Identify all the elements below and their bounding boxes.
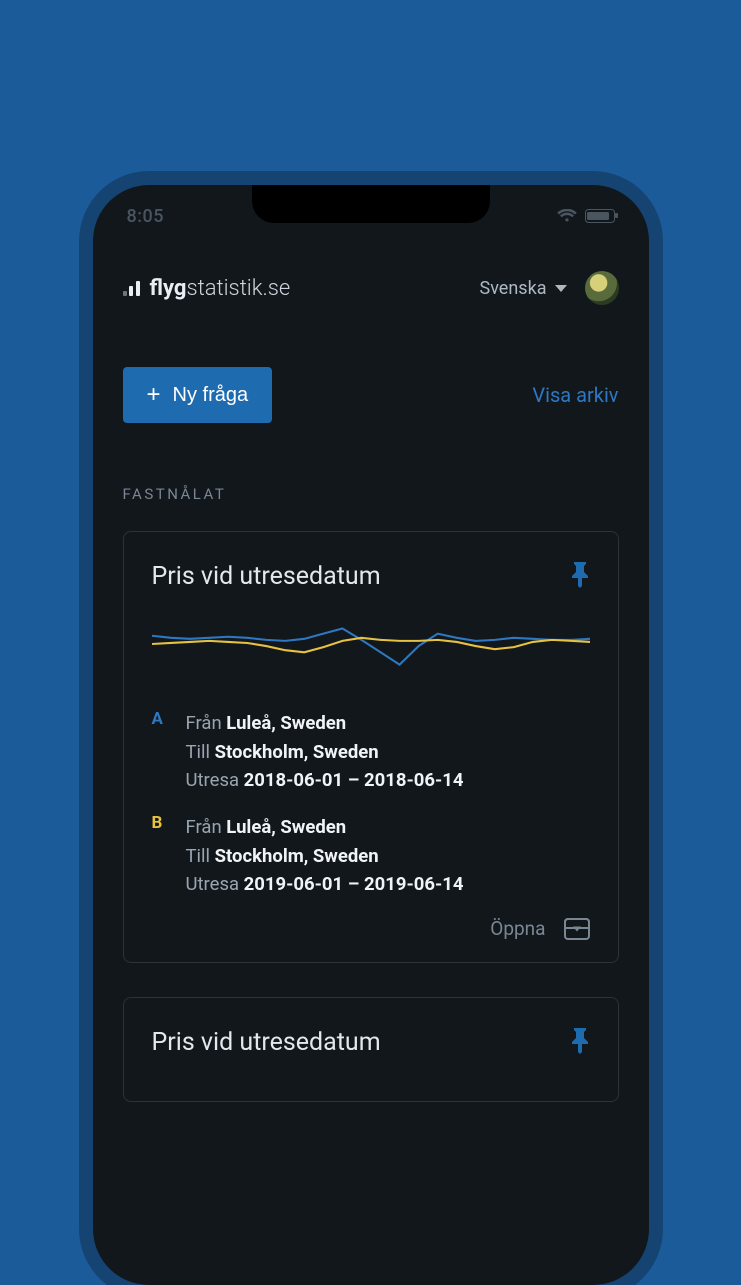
view-archive-link[interactable]: Visa arkiv [532,383,618,407]
series-tag-a: A [152,709,168,795]
series-a-to: Stockholm, Sweden [215,741,379,763]
from-label: Från [186,816,222,838]
new-question-button[interactable]: + Ny fråga [123,367,273,423]
chevron-down-icon [555,285,567,292]
pinned-section-label: FASTNÅLAT [123,485,619,503]
plus-icon: + [147,383,161,407]
wifi-icon [557,209,577,223]
from-label: Från [186,712,222,734]
series-b: B Från Luleå, Sweden Till Stockholm, Swe… [152,813,590,899]
departure-label: Utresa [186,873,240,895]
to-label: Till [186,845,211,867]
app-content: flygstatistik.se Svenska + Ny fråga Visa… [93,233,649,1102]
avatar[interactable] [585,271,619,305]
series-a-from: Luleå, Sweden [226,712,346,734]
series-a: A Från Luleå, Sweden Till Stockholm, Swe… [152,709,590,795]
series-b-dates: 2019-06-01 – 2019-06-14 [244,873,464,895]
departure-label: Utresa [186,769,240,791]
series-b-from: Luleå, Sweden [226,816,346,838]
card-title: Pris vid utresedatum [152,562,381,591]
pin-icon[interactable] [570,1028,590,1054]
new-question-label: Ny fråga [173,384,249,407]
sparkline-chart [152,613,590,675]
brand-bold: flyg [150,276,187,301]
language-selector[interactable]: Svenska [480,278,567,299]
phone-frame: 8:05 flygstatistik.se Svenska [93,185,649,1285]
card-title: Pris vid utresedatum [152,1028,381,1057]
series-tag-b: B [152,813,168,899]
brand-thin: statistik.se [187,276,291,301]
language-label: Svenska [480,278,547,299]
series-b-to: Stockholm, Sweden [215,845,379,867]
status-icons [557,209,615,223]
brand-text: flygstatistik.se [150,276,291,301]
bars-icon [123,280,140,296]
battery-icon [585,209,615,223]
archive-icon[interactable] [564,918,590,940]
open-label[interactable]: Öppna [490,917,545,940]
series-a-dates: 2018-06-01 – 2018-06-14 [244,769,464,791]
pinned-card[interactable]: Pris vid utresedatum A Från Luleå, Swede… [123,531,619,963]
actions-row: + Ny fråga Visa arkiv [123,367,619,423]
card-footer: Öppna [152,917,590,940]
notch [252,185,490,223]
brand[interactable]: flygstatistik.se [123,276,291,301]
pinned-card[interactable]: Pris vid utresedatum [123,997,619,1102]
topbar: flygstatistik.se Svenska [123,271,619,305]
status-time: 8:05 [127,206,164,227]
pin-icon[interactable] [570,562,590,588]
to-label: Till [186,741,211,763]
